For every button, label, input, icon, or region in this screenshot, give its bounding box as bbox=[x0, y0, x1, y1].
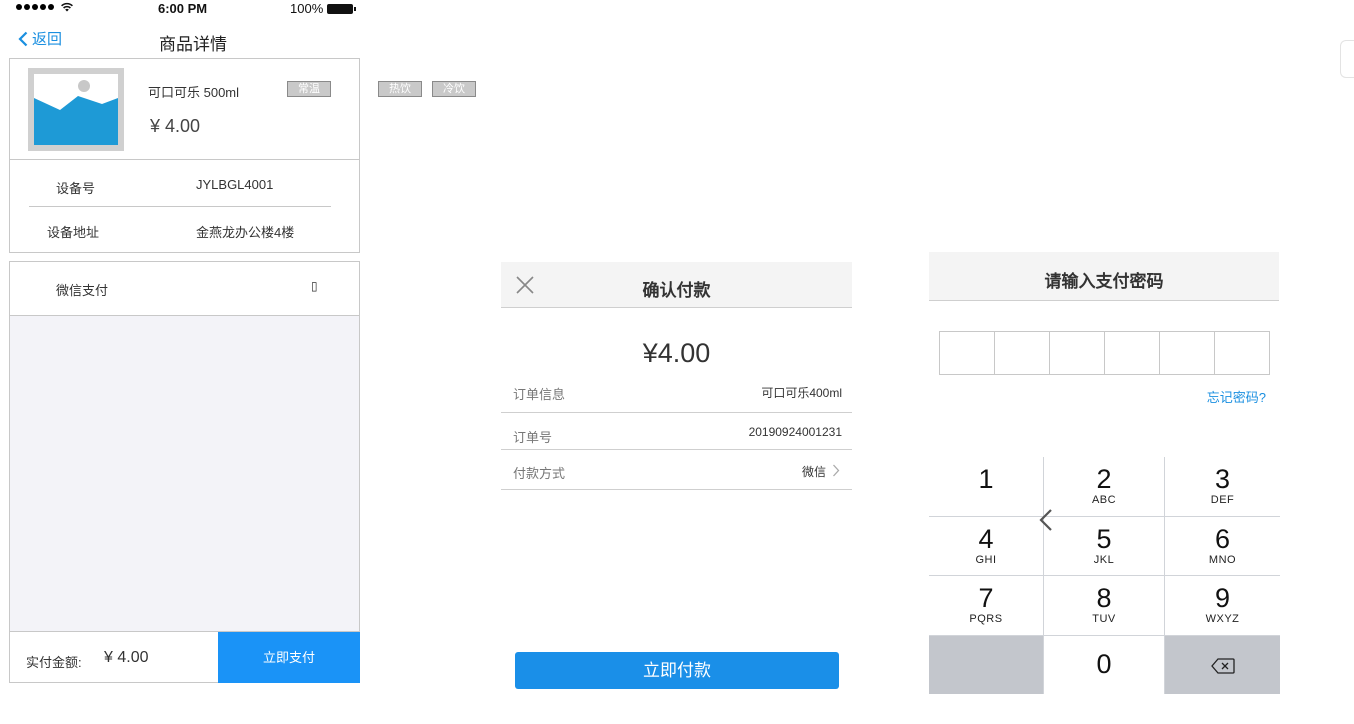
pay-now-button[interactable]: 立即支付 bbox=[218, 632, 360, 683]
password-digit-cell[interactable] bbox=[1105, 332, 1160, 374]
nav-bar: 返回 商品详情 bbox=[0, 24, 360, 56]
confirm-header: 确认付款 bbox=[501, 262, 852, 308]
key-7[interactable]: 7 PQRS bbox=[929, 576, 1043, 635]
key-2[interactable]: 2 ABC bbox=[1044, 457, 1164, 516]
password-input[interactable] bbox=[939, 331, 1270, 375]
key-3[interactable]: 3 DEF bbox=[1165, 457, 1280, 516]
page-title: 商品详情 bbox=[159, 35, 227, 54]
total-value: ¥ 4.00 bbox=[104, 649, 149, 666]
payment-method-label: 微信支付 bbox=[56, 283, 109, 298]
image-placeholder-icon bbox=[34, 74, 118, 145]
key-0[interactable]: 0 bbox=[1044, 636, 1164, 694]
battery-percent: 100% bbox=[290, 1, 324, 16]
payment-radio[interactable]: ▯ bbox=[311, 279, 318, 293]
product-image bbox=[28, 68, 124, 151]
confirm-title: 确认付款 bbox=[642, 281, 711, 300]
numeric-keypad: 1 2 ABC 3 DEF 4 GHI 5 JKL 6 MNO 7 PQRS 8… bbox=[929, 457, 1280, 694]
keypad-blank-key bbox=[929, 636, 1043, 694]
confirm-pay-button[interactable]: 立即付款 bbox=[515, 652, 839, 689]
key-4[interactable]: 4 GHI bbox=[929, 517, 1043, 575]
confirm-amount: ¥4.00 bbox=[642, 338, 711, 368]
temp-tag-hot[interactable]: 热饮 bbox=[378, 81, 422, 97]
divider bbox=[29, 206, 331, 207]
password-digit-cell[interactable] bbox=[995, 332, 1050, 374]
order-info-row: 订单信息 可口可乐400ml bbox=[501, 377, 852, 413]
key-1[interactable]: 1 bbox=[929, 457, 1043, 516]
order-info-value: 可口可乐400ml bbox=[761, 386, 842, 400]
side-handle[interactable] bbox=[1340, 40, 1354, 78]
order-number-row: 订单号 20190924001231 bbox=[501, 414, 852, 450]
forgot-password-link[interactable]: 忘记密码? bbox=[1180, 387, 1266, 406]
status-time: 6:00 PM bbox=[158, 1, 208, 16]
signal-wifi bbox=[16, 2, 74, 12]
key-8[interactable]: 8 TUV bbox=[1044, 576, 1164, 635]
password-header: 请输入支付密码 bbox=[929, 252, 1279, 301]
backspace-key[interactable] bbox=[1165, 636, 1280, 694]
temp-tag-normal[interactable]: 常温 bbox=[287, 81, 331, 97]
password-digit-cell[interactable] bbox=[1050, 332, 1105, 374]
wifi-icon bbox=[61, 2, 73, 12]
payment-method-value: 微信 bbox=[801, 465, 826, 479]
payment-method-row[interactable]: 微信支付 ▯ bbox=[9, 261, 360, 316]
device-number-value: JYLBGL4001 bbox=[196, 177, 274, 192]
order-number-label: 订单号 bbox=[513, 430, 553, 445]
bottom-pay-bar: 实付金额: ¥ 4.00 立即支付 bbox=[9, 631, 360, 683]
password-digit-cell[interactable] bbox=[1215, 332, 1269, 374]
order-info-label: 订单信息 bbox=[513, 387, 566, 402]
key-6[interactable]: 6 MNO bbox=[1165, 517, 1280, 575]
product-card: 可口可乐 500ml 常温 ¥ 4.00 bbox=[9, 58, 360, 160]
password-digit-cell[interactable] bbox=[1160, 332, 1215, 374]
product-name: 可口可乐 500ml bbox=[148, 85, 240, 100]
chevron-right-icon bbox=[833, 464, 840, 477]
temp-tag-cold[interactable]: 冷饮 bbox=[432, 81, 476, 97]
payment-method-label: 付款方式 bbox=[513, 466, 566, 481]
password-title: 请输入支付密码 bbox=[1044, 272, 1164, 291]
password-digit-cell[interactable] bbox=[940, 332, 995, 374]
battery-icon bbox=[327, 3, 357, 14]
device-number-label: 设备号 bbox=[56, 181, 96, 196]
key-5[interactable]: 5 JKL bbox=[1044, 517, 1164, 575]
device-info-card: 设备号 JYLBGL4001 设备地址 金燕龙办公楼4楼 bbox=[9, 159, 360, 253]
device-address-value: 金燕龙办公楼4楼 bbox=[196, 225, 295, 240]
total-label: 实付金额: bbox=[26, 655, 82, 670]
order-number-value: 20190924001231 bbox=[748, 425, 842, 439]
status-bar: 6:00 PM 100% bbox=[0, 0, 360, 18]
chevron-left-icon[interactable] bbox=[1037, 508, 1055, 532]
key-9[interactable]: 9 WXYZ bbox=[1165, 576, 1280, 635]
device-address-label: 设备地址 bbox=[47, 225, 100, 240]
signal-icon bbox=[16, 4, 54, 10]
content-area bbox=[9, 316, 360, 632]
backspace-icon bbox=[1211, 658, 1235, 674]
product-price: ¥ 4.00 bbox=[150, 116, 201, 136]
payment-method-select[interactable]: 付款方式 微信 bbox=[501, 450, 852, 490]
